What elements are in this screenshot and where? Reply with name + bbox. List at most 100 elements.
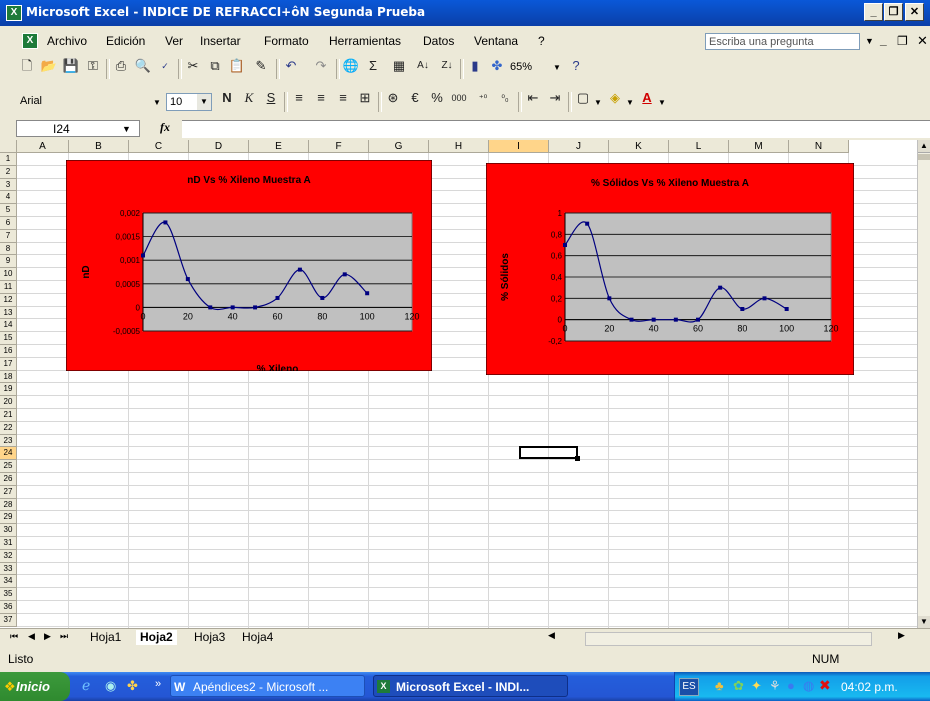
increase-decimal-icon[interactable]: ⁺⁰ (474, 89, 492, 107)
row-header[interactable]: 25 (0, 460, 17, 473)
column-header[interactable]: E (249, 140, 309, 153)
row-header[interactable]: 11 (0, 281, 17, 294)
select-all-corner[interactable] (0, 140, 17, 153)
security-alert-icon[interactable]: ✖ (819, 677, 831, 694)
last-sheet-icon[interactable]: ⏭ (60, 631, 68, 642)
thousands-button[interactable]: 000 (450, 89, 468, 107)
chart-nd-vs-xileno[interactable]: -0,000500,00050,0010,00150,0020 20 40 60 80 1… (66, 160, 432, 371)
column-header[interactable]: F (309, 140, 369, 153)
bold-button[interactable]: N (218, 89, 236, 107)
next-sheet-icon[interactable]: ▶ (44, 631, 51, 642)
drawing-icon[interactable]: ✤ (488, 57, 506, 75)
format-painter-icon[interactable]: ✎ (252, 57, 270, 75)
row-header[interactable]: 24 (0, 447, 17, 461)
row-header[interactable]: 13 (0, 306, 17, 320)
euro-conversion-icon[interactable]: ⊛ (384, 89, 402, 107)
column-header[interactable]: A (17, 140, 69, 153)
scroll-up-icon[interactable]: ▲ (918, 140, 930, 153)
fill-color-icon[interactable]: ◈ (606, 89, 624, 107)
row-header[interactable]: 34 (0, 575, 17, 589)
row-header[interactable]: 35 (0, 588, 17, 601)
scroll-thumb[interactable] (918, 154, 930, 160)
taskbar-item-excel[interactable]: X Microsoft Excel - INDI... (373, 675, 568, 697)
font-color-dropdown-icon[interactable]: ▼ (658, 98, 666, 107)
row-header[interactable]: 17 (0, 357, 17, 371)
row-header[interactable]: 16 (0, 345, 17, 358)
font-size-field[interactable]: 10 ▼ (166, 93, 212, 111)
insert-function-button[interactable]: fx (160, 120, 170, 135)
row-header[interactable]: 6 (0, 217, 17, 230)
column-header[interactable]: M (729, 140, 789, 153)
menu-datos[interactable]: Datos (423, 34, 454, 48)
align-left-icon[interactable]: ≡ (290, 89, 308, 107)
copy-icon[interactable]: ⧉ (206, 57, 224, 75)
row-header[interactable]: 33 (0, 562, 17, 576)
menu-insertar[interactable]: Insertar (200, 34, 241, 48)
borders-dropdown-icon[interactable]: ▼ (594, 98, 602, 107)
row-header[interactable]: 30 (0, 524, 17, 537)
increase-indent-icon[interactable]: ⇥ (546, 89, 564, 107)
name-box-dropdown-icon[interactable]: ▼ (122, 124, 131, 134)
save-icon[interactable]: 💾 (62, 57, 80, 75)
language-indicator[interactable]: ES (679, 678, 699, 696)
network-icon[interactable]: ⚘ (769, 678, 781, 694)
sort-asc-icon[interactable]: A↓ (414, 57, 432, 75)
row-header[interactable]: 19 (0, 383, 17, 397)
undo-icon[interactable]: ↶ (282, 57, 300, 75)
row-header[interactable]: 29 (0, 511, 17, 525)
row-header[interactable]: 26 (0, 473, 17, 486)
first-sheet-icon[interactable]: ⏮ (10, 631, 18, 642)
currency-button[interactable]: € (406, 89, 424, 107)
decrease-indent-icon[interactable]: ⇤ (524, 89, 542, 107)
scroll-down-icon[interactable]: ▼ (918, 616, 930, 628)
sheet-tab-hoja4[interactable]: Hoja4 (238, 630, 277, 645)
restore-button[interactable]: ❐ (884, 3, 903, 21)
tray-icon-2[interactable]: ✿ (733, 678, 744, 694)
hyperlink-icon[interactable]: 🌐 (342, 57, 360, 75)
menu-ventana[interactable]: Ventana (474, 34, 518, 48)
minimize-button[interactable]: _ (864, 3, 883, 21)
prev-sheet-icon[interactable]: ◀ (28, 631, 35, 642)
row-header[interactable]: 3 (0, 178, 17, 192)
print-icon[interactable]: ⎙ (112, 57, 130, 75)
menu-ayuda[interactable]: ? (538, 34, 545, 48)
borders-icon[interactable]: ▢ (574, 89, 592, 107)
row-header[interactable]: 9 (0, 255, 17, 269)
formula-input[interactable] (182, 120, 930, 138)
ie-icon[interactable]: ℯ (82, 677, 90, 694)
fill-handle[interactable] (575, 456, 580, 461)
row-header[interactable]: 12 (0, 293, 17, 307)
row-header[interactable]: 37 (0, 613, 17, 627)
chart-solidos-vs-xileno[interactable]: -0,200,20,40,60,810 20 40 60 80 100 120% Sólid… (486, 163, 854, 375)
workbook-icon[interactable]: X (22, 33, 38, 49)
zoom-value[interactable]: 65% (510, 61, 532, 73)
column-header[interactable]: J (549, 140, 609, 153)
underline-button[interactable]: S (262, 89, 280, 107)
row-header[interactable]: 23 (0, 434, 17, 448)
row-header[interactable]: 2 (0, 165, 17, 179)
menu-edicion[interactable]: Edición (106, 34, 145, 48)
permission-icon[interactable]: ⚿ (84, 57, 102, 75)
row-header[interactable]: 14 (0, 319, 17, 333)
italic-button[interactable]: K (240, 89, 258, 107)
row-header[interactable]: 5 (0, 204, 17, 217)
menu-herramientas[interactable]: Herramientas (329, 34, 401, 48)
column-header[interactable]: G (369, 140, 429, 153)
tray-icon-5[interactable]: ◍ (803, 678, 814, 694)
column-header[interactable]: D (189, 140, 249, 153)
doc-restore-icon[interactable]: ❐ (897, 34, 908, 48)
row-header[interactable]: 15 (0, 332, 17, 345)
function-icon[interactable]: ▦ (390, 57, 408, 75)
column-header[interactable]: I (489, 140, 549, 153)
row-header[interactable]: 20 (0, 396, 17, 409)
column-header[interactable]: H (429, 140, 489, 153)
ask-dropdown-icon[interactable]: ▼ (865, 36, 874, 46)
font-name-dropdown-icon[interactable]: ▼ (153, 98, 161, 107)
percent-button[interactable]: % (428, 89, 446, 107)
tray-icon-1[interactable]: ♣ (715, 678, 724, 693)
open-icon[interactable]: 📂 (40, 57, 58, 75)
row-header[interactable]: 10 (0, 268, 17, 281)
zoom-dropdown-icon[interactable]: ▼ (553, 63, 561, 72)
chart-wizard-icon[interactable]: ▮ (466, 57, 484, 75)
help-icon[interactable]: ? (567, 57, 585, 75)
